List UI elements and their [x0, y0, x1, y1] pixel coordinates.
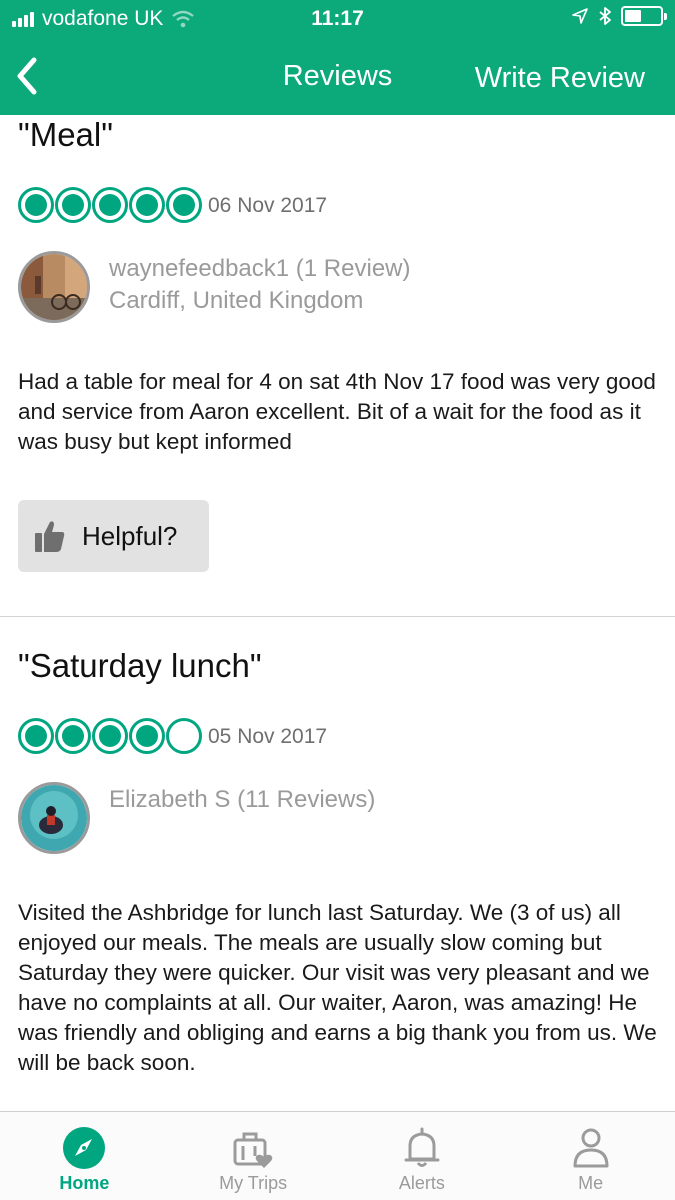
suitcase-heart-icon [233, 1132, 273, 1168]
bell-icon [404, 1127, 440, 1167]
bubble-rating [18, 718, 202, 754]
review-title: "Saturday lunch" [18, 647, 262, 684]
rating-bubble-filled [18, 718, 54, 754]
tab-bar: Home My Trips Alerts Me [0, 1111, 675, 1200]
nav-bar: Reviews Write Review [0, 48, 675, 106]
tab-me[interactable]: Me [506, 1112, 675, 1200]
rating-bubble-filled [92, 718, 128, 754]
reviews-list[interactable]: "Meal" 06 Nov 2017 waynefeedback1 (1 Rev… [0, 115, 675, 1111]
divider [0, 616, 675, 617]
compass-icon [63, 1127, 106, 1169]
status-icons [571, 6, 667, 26]
tab-alerts[interactable]: Alerts [338, 1112, 507, 1200]
helpful-button[interactable]: Helpful? [18, 500, 209, 572]
avatar[interactable] [18, 782, 90, 854]
rating-bubble-filled [129, 187, 165, 223]
tab-home[interactable]: Home [0, 1112, 169, 1200]
status-bar: vodafone UK 11:17 [0, 0, 675, 38]
rating-bubble-filled [55, 718, 91, 754]
reviewer-location: Cardiff, United Kingdom [109, 287, 364, 314]
reviewer-name[interactable]: Elizabeth S (11 Reviews) [109, 784, 375, 816]
tab-label: Me [578, 1173, 604, 1193]
tab-label: Alerts [398, 1173, 445, 1193]
review-text: Had a table for meal for 4 on sat 4th No… [18, 369, 656, 454]
review-text: Visited the Ashbridge for lunch last Sat… [18, 900, 657, 1075]
thumbs-up-icon [35, 521, 65, 552]
bubble-rating [18, 187, 202, 223]
tab-label: Home [59, 1173, 110, 1193]
rating-bubble-filled [129, 718, 165, 754]
rating-bubble-filled [18, 187, 54, 223]
app-header: vodafone UK 11:17 Reviews Write Review [0, 0, 675, 115]
person-icon [573, 1128, 609, 1168]
review-date: 06 Nov 2017 [208, 194, 328, 217]
review-date: 05 Nov 2017 [208, 725, 328, 748]
rating-bubble-empty [166, 718, 202, 754]
rating-bubble-filled [92, 187, 128, 223]
bluetooth-icon [599, 7, 611, 25]
avatar[interactable] [18, 251, 90, 323]
location-arrow-icon [572, 8, 588, 24]
battery-icon [621, 6, 667, 26]
write-review-button[interactable]: Write Review [475, 62, 645, 95]
reviewer-name[interactable]: waynefeedback1 (1 Review) [109, 253, 411, 285]
rating-bubble-filled [166, 187, 202, 223]
review-title: "Meal" [18, 116, 113, 153]
helpful-label: Helpful? [82, 520, 178, 551]
tab-label: My Trips [219, 1173, 288, 1193]
avatar-photo [21, 785, 87, 851]
rating-bubble-filled [55, 187, 91, 223]
tab-my-trips[interactable]: My Trips [169, 1112, 338, 1200]
avatar-photo [21, 254, 87, 320]
